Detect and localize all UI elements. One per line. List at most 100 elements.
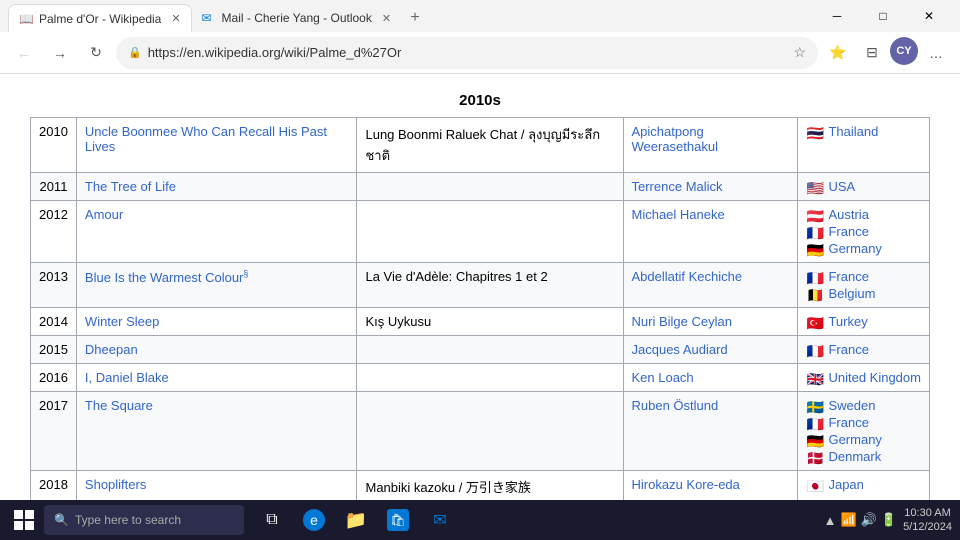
maximize-button[interactable]: □ (860, 0, 906, 32)
country-link[interactable]: United Kingdom (828, 370, 921, 385)
film-cell: The Square (76, 392, 357, 471)
director-link[interactable]: Terrence Malick (632, 179, 723, 194)
table-row: 2012AmourMichael Haneke🇦🇹Austria🇫🇷France… (31, 201, 930, 263)
settings-button[interactable]: … (920, 37, 952, 69)
country-row: 🇯🇵 Japan (806, 477, 921, 492)
section-header: 2010s (30, 84, 930, 117)
film-link[interactable]: Shoplifters (85, 477, 146, 492)
country-row: 🇫🇷France (806, 342, 921, 357)
flag-icon: 🇩🇪 (806, 434, 824, 446)
task-view-button[interactable]: ⧉ (252, 502, 292, 538)
film-link[interactable]: Dheepan (85, 342, 138, 357)
country-link[interactable]: Japan (828, 477, 863, 492)
director-link[interactable]: Apichatpong Weerasethakul (632, 124, 718, 154)
minimize-button[interactable]: ─ (814, 0, 860, 32)
folder-icon: 📁 (345, 509, 367, 531)
film-link[interactable]: Winter Sleep (85, 314, 159, 329)
new-tab-button[interactable]: + (401, 4, 429, 32)
refresh-button[interactable]: ↻ (80, 37, 112, 69)
network-icon[interactable]: 📶 (841, 512, 857, 528)
store-icon[interactable]: 🛍 (378, 502, 418, 538)
up-arrow-icon[interactable]: ▲ (824, 513, 837, 528)
edge-logo: e (303, 509, 325, 531)
tab-close-wikipedia[interactable]: ✕ (171, 12, 180, 25)
director-link[interactable]: Ruben Östlund (632, 398, 719, 413)
tab-outlook[interactable]: ✉ Mail - Cherie Yang - Outlook ✕ (192, 4, 402, 32)
film-link[interactable]: Amour (85, 207, 123, 222)
taskbar-search[interactable]: 🔍 Type here to search (44, 505, 244, 535)
table-row: 2011The Tree of LifeTerrence Malick🇺🇸USA (31, 173, 930, 201)
country-link[interactable]: Austria (828, 207, 868, 222)
tab-close-outlook[interactable]: ✕ (382, 12, 391, 25)
film-cell: Amour (76, 201, 357, 263)
country-link[interactable]: Thailand (828, 124, 878, 139)
director-cell: Michael Haneke (623, 201, 798, 263)
battery-icon[interactable]: 🔋 (881, 512, 897, 528)
close-button[interactable]: ✕ (906, 0, 952, 32)
flag-icon: 🇫🇷 (806, 226, 824, 238)
film-link[interactable]: Uncle Boonmee Who Can Recall His Past Li… (85, 124, 327, 154)
country-link[interactable]: France (828, 269, 868, 284)
file-explorer-icon[interactable]: 📁 (336, 502, 376, 538)
country-link[interactable]: Turkey (828, 314, 867, 329)
country-link[interactable]: Sweden (828, 398, 875, 413)
director-cell: Hirokazu Kore-eda (623, 471, 798, 501)
page-content: 2010s 2010Uncle Boonmee Who Can Recall H… (0, 74, 960, 500)
director-link[interactable]: Michael Haneke (632, 207, 725, 222)
country-cell: 🇫🇷France (798, 336, 930, 364)
flag-icon: 🇫🇷 (806, 271, 824, 283)
film-cell: Winter Sleep (76, 308, 357, 336)
director-link[interactable]: Ken Loach (632, 370, 694, 385)
profile-button[interactable]: CY (890, 37, 918, 65)
film-link[interactable]: Blue Is the Warmest Colour§ (85, 270, 248, 285)
start-button[interactable] (8, 504, 40, 536)
flag-icon: 🇸🇪 (806, 400, 824, 412)
tab-label-wikipedia: Palme d'Or - Wikipedia (39, 12, 161, 26)
country-link[interactable]: Denmark (828, 449, 881, 464)
tab-favicon-wikipedia: 📖 (19, 12, 33, 26)
table-row: 2010Uncle Boonmee Who Can Recall His Pas… (31, 118, 930, 173)
table-row: 2016 I, Daniel Blake Ken Loach 🇬🇧 United Kin… (31, 364, 930, 392)
address-text: https://en.wikipedia.org/wiki/Palme_d%27… (148, 45, 788, 60)
country-row: 🇸🇪 Sweden (806, 398, 921, 413)
address-bar[interactable]: 🔒 https://en.wikipedia.org/wiki/Palme_d%… (116, 37, 818, 69)
tab-wikipedia[interactable]: 📖 Palme d'Or - Wikipedia ✕ (8, 4, 192, 32)
back-button[interactable]: ← (8, 37, 40, 69)
collections-button[interactable]: ⊟ (856, 37, 888, 69)
table-row: 2017The SquareRuben Östlund🇸🇪Sweden🇫🇷Fra… (31, 392, 930, 471)
nav-actions: ⭐ ⊟ CY … (822, 37, 952, 69)
film-cell: I, Daniel Blake (76, 364, 357, 392)
original-title-cell: Kış Uykusu (357, 308, 623, 336)
forward-button[interactable]: → (44, 37, 76, 69)
film-link[interactable]: The Square (85, 398, 153, 413)
flag-icon: 🇯🇵 (806, 479, 824, 491)
country-link[interactable]: USA (828, 179, 855, 194)
director-cell: Terrence Malick (623, 173, 798, 201)
favorites-button[interactable]: ⭐ (822, 37, 854, 69)
volume-icon[interactable]: 🔊 (861, 512, 877, 528)
country-link[interactable]: Germany (828, 241, 881, 256)
country-cell: 🇹🇷Turkey (798, 308, 930, 336)
mail-icon-taskbar[interactable]: ✉ (420, 502, 460, 538)
year-cell: 2016 (31, 364, 77, 392)
bookmark-icon[interactable]: ☆ (793, 44, 806, 61)
original-title-cell: Lung Boonmi Raluek Chat / ลุงบุญมีระลึกช… (357, 118, 623, 173)
film-link[interactable]: I, Daniel Blake (85, 370, 169, 385)
director-link[interactable]: Abdellatif Kechiche (632, 269, 743, 284)
film-link[interactable]: The Tree of Life (85, 179, 176, 194)
director-link[interactable]: Nuri Bilge Ceylan (632, 314, 732, 329)
country-link[interactable]: France (828, 224, 868, 239)
edge-icon-taskbar[interactable]: e (294, 502, 334, 538)
country-link[interactable]: Belgium (828, 286, 875, 301)
wiki-table: 2010Uncle Boonmee Who Can Recall His Pas… (30, 117, 930, 500)
year-cell: 2015 (31, 336, 77, 364)
country-cell: 🇯🇵 Japan (798, 471, 930, 501)
country-link[interactable]: Germany (828, 432, 881, 447)
clock[interactable]: 10:30 AM 5/12/2024 (903, 506, 952, 535)
flag-icon: 🇬🇧 (806, 372, 824, 384)
country-row: 🇧🇪Belgium (806, 286, 921, 301)
director-link[interactable]: Hirokazu Kore-eda (632, 477, 740, 492)
country-link[interactable]: France (828, 342, 868, 357)
country-link[interactable]: France (828, 415, 868, 430)
director-link[interactable]: Jacques Audiard (632, 342, 728, 357)
